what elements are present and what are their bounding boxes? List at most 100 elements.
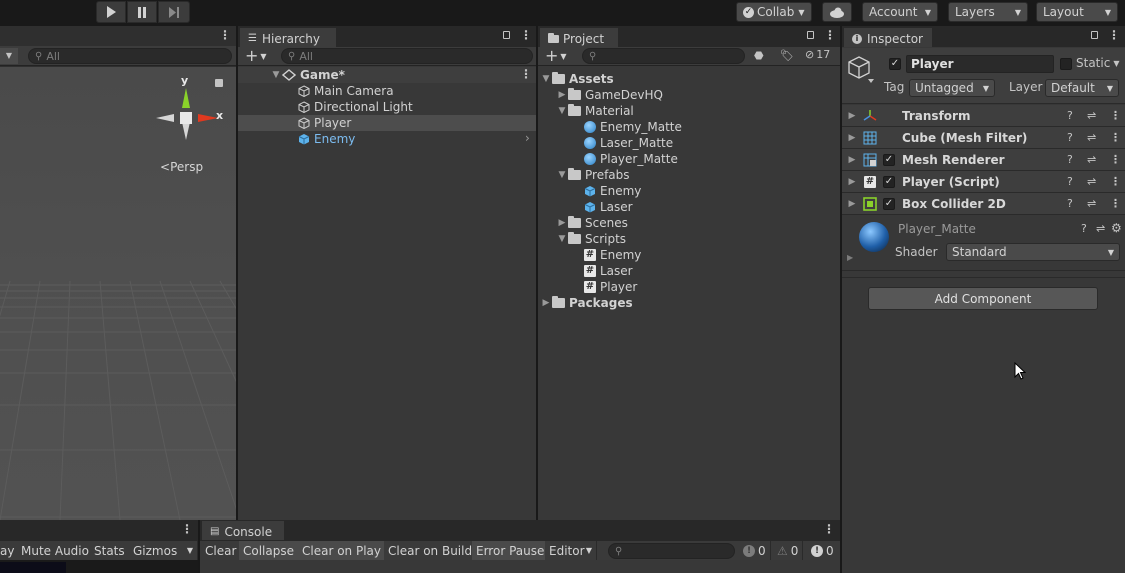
collapse-arrow-icon[interactable]: ▶ — [846, 111, 858, 121]
pause-button[interactable] — [127, 1, 157, 23]
active-checkbox[interactable]: ✓ — [889, 58, 901, 70]
project-asset[interactable]: Enemy_Matte — [584, 119, 682, 135]
lock-icon[interactable] — [1091, 31, 1098, 39]
project-folder[interactable]: ▼ Scripts — [556, 231, 626, 247]
console-search-input[interactable]: ⚲ — [608, 543, 735, 559]
expand-arrow-icon[interactable]: ▼ — [556, 170, 568, 180]
shader-dropdown[interactable]: Standard ▼ — [946, 243, 1120, 261]
collapse-arrow-icon[interactable]: ▶ — [556, 218, 568, 228]
gear-icon[interactable]: ⚙ — [1111, 221, 1122, 235]
project-asset[interactable]: Laser — [584, 199, 633, 215]
component-menu-icon[interactable]: ⋮ — [1110, 153, 1121, 166]
hidden-packages-toggle[interactable]: ⊘ 17 — [805, 48, 830, 61]
component-menu-icon[interactable]: ⋮ — [1110, 197, 1121, 210]
project-folder[interactable]: ▶ GameDevHQ — [556, 87, 663, 103]
create-button[interactable]: + ▼ — [545, 47, 567, 66]
expand-arrow-icon[interactable]: ▼ — [556, 234, 568, 244]
gameobject-large-icon[interactable] — [848, 55, 874, 85]
component-script[interactable]: ▶ # ✓ Player (Script) ? ⇌ ⋮ — [842, 171, 1125, 193]
expand-arrow-icon[interactable]: ▼ — [556, 106, 568, 116]
layer-dropdown[interactable]: Default ▼ — [1045, 79, 1119, 97]
hierarchy-item[interactable]: Main Camera — [298, 83, 394, 99]
collapse-arrow-icon[interactable]: ▶ — [846, 177, 858, 187]
project-search-input[interactable]: ⚲ — [582, 48, 745, 64]
preset-icon[interactable]: ⇌ — [1087, 175, 1096, 188]
project-asset[interactable]: Laser_Matte — [584, 135, 673, 151]
project-folder[interactable]: ▼ Material — [556, 103, 634, 119]
chevron-right-icon[interactable]: › — [525, 131, 530, 145]
hierarchy-search-input[interactable]: ⚲ All — [281, 48, 533, 64]
hierarchy-item[interactable]: Player — [298, 115, 351, 131]
console-log-area[interactable] — [200, 560, 840, 573]
project-asset[interactable]: Enemy — [584, 183, 641, 199]
project-folder-assets[interactable]: ▼ Assets — [540, 71, 614, 87]
component-mesh-renderer[interactable]: ▶ ✓ Mesh Renderer ? ⇌ ⋮ — [842, 149, 1125, 171]
editor-dropdown[interactable]: Editor ▼ — [545, 541, 597, 560]
collapse-arrow-icon[interactable]: ▶ — [847, 253, 853, 262]
help-icon[interactable]: ? — [1067, 153, 1073, 166]
project-menu-icon[interactable]: ⋮ — [824, 28, 836, 42]
game-panel-menu-icon[interactable]: ⋮ — [181, 522, 193, 536]
lock-icon[interactable] — [215, 79, 223, 87]
collapse-arrow-icon[interactable]: ▶ — [846, 133, 858, 143]
add-component-button[interactable]: Add Component — [868, 287, 1098, 310]
enabled-checkbox[interactable]: ✓ — [883, 154, 895, 166]
gizmos-dropdown[interactable]: Gizmos ▼ — [129, 541, 198, 560]
tab-inspector[interactable]: i Inspector — [844, 28, 932, 47]
create-button[interactable]: + ▼ — [245, 47, 267, 66]
hierarchy-item[interactable]: Directional Light — [298, 99, 413, 115]
error-count-toggle[interactable]: ! 0 — [807, 541, 838, 560]
scene-menu-icon[interactable]: ⋮ — [219, 28, 231, 42]
help-icon[interactable]: ? — [1081, 222, 1087, 235]
lock-icon[interactable] — [503, 31, 510, 39]
expand-arrow-icon[interactable]: ▼ — [540, 74, 552, 84]
collab-button[interactable]: ✓ Collab ▼ — [736, 2, 812, 22]
persp-label[interactable]: <Persp — [160, 160, 203, 174]
warning-count-toggle[interactable]: ⚠ 0 — [773, 541, 804, 560]
help-icon[interactable]: ? — [1067, 197, 1073, 210]
tab-hierarchy[interactable]: ☰ Hierarchy — [240, 28, 336, 47]
collapse-toggle[interactable]: Collapse — [239, 541, 299, 560]
preset-icon[interactable]: ⇌ — [1087, 131, 1096, 144]
hierarchy-menu-icon[interactable]: ⋮ — [520, 28, 532, 42]
play-button[interactable] — [96, 1, 126, 23]
collapse-arrow-icon[interactable]: ▶ — [540, 298, 552, 308]
tab-console[interactable]: ▤ Console — [202, 521, 284, 540]
static-label[interactable]: Static ▼ — [1076, 56, 1119, 70]
enabled-checkbox[interactable]: ✓ — [883, 176, 895, 188]
project-asset[interactable]: Player_Matte — [584, 151, 678, 167]
component-menu-icon[interactable]: ⋮ — [1110, 175, 1121, 188]
account-dropdown[interactable]: Account ▼ — [862, 2, 938, 22]
inspector-menu-icon[interactable]: ⋮ — [1108, 28, 1120, 42]
tab-project[interactable]: Project — [540, 28, 618, 47]
layout-dropdown[interactable]: Layout ▼ — [1036, 2, 1118, 22]
preset-icon[interactable]: ⇌ — [1087, 197, 1096, 210]
collapse-arrow-icon[interactable]: ▶ — [846, 155, 858, 165]
layers-dropdown[interactable]: Layers ▼ — [948, 2, 1028, 22]
help-icon[interactable]: ? — [1067, 131, 1073, 144]
dropdown-arrow-icon[interactable]: ▼ — [0, 48, 18, 64]
collapse-arrow-icon[interactable]: ▶ — [556, 90, 568, 100]
log-count-toggle[interactable]: ! 0 — [739, 541, 771, 560]
expand-arrow-icon[interactable]: ▼ — [270, 70, 282, 80]
component-menu-icon[interactable]: ⋮ — [1110, 131, 1121, 144]
project-folder-packages[interactable]: ▶ Packages — [540, 295, 633, 311]
static-checkbox[interactable] — [1060, 58, 1072, 70]
error-pause-toggle[interactable]: Error Pause — [472, 541, 550, 560]
project-folder[interactable]: ▼ Prefabs — [556, 167, 630, 183]
preset-icon[interactable]: ⇌ — [1087, 109, 1096, 122]
tag-dropdown[interactable]: Untagged ▼ — [909, 79, 995, 97]
mute-audio-toggle[interactable]: Mute Audio — [17, 541, 94, 560]
clear-on-build-toggle[interactable]: Clear on Build — [384, 541, 478, 560]
cloud-button[interactable] — [822, 2, 852, 22]
component-mesh-filter[interactable]: ▶ Cube (Mesh Filter) ? ⇌ ⋮ — [842, 127, 1125, 149]
component-transform[interactable]: ▶ Transform ? ⇌ ⋮ — [842, 105, 1125, 127]
project-asset[interactable]: # Enemy — [584, 247, 641, 263]
enabled-checkbox[interactable]: ✓ — [883, 198, 895, 210]
project-asset[interactable]: # Laser — [584, 263, 633, 279]
help-icon[interactable]: ? — [1067, 175, 1073, 188]
object-name-field[interactable]: Player — [906, 55, 1054, 73]
help-icon[interactable]: ? — [1067, 109, 1073, 122]
preset-icon[interactable]: ⇌ — [1087, 153, 1096, 166]
clear-button[interactable]: Clear — [201, 541, 242, 560]
